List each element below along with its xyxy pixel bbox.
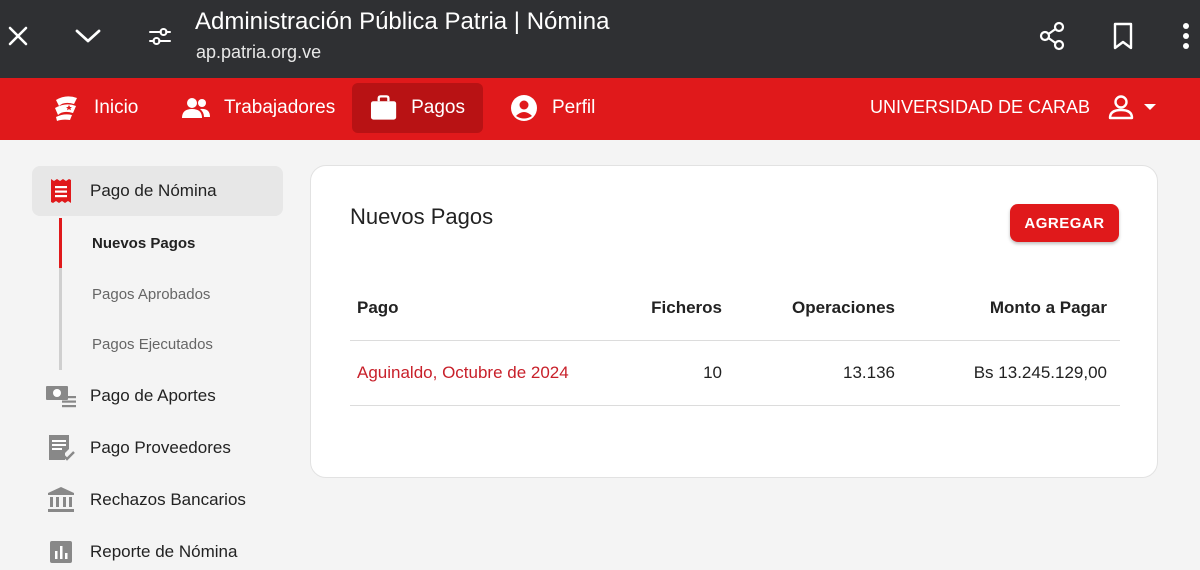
card-title: Nuevos Pagos (350, 204, 494, 229)
table-header-row: Pago Ficheros Operaciones Monto a Pagar (350, 276, 1120, 341)
active-marker (59, 218, 62, 268)
browser-toolbar: Administración Pública Patria | Nómina a… (0, 0, 1200, 78)
nav-label: Inicio (94, 97, 139, 118)
bank-icon (48, 487, 74, 512)
person-icon (1108, 95, 1134, 120)
nav-item-inicio[interactable]: Inicio (34, 83, 156, 133)
money-list-icon (46, 386, 76, 408)
receipt-icon (51, 179, 71, 203)
column-header-ficheros[interactable]: Ficheros (651, 298, 722, 318)
payment-link[interactable]: Aguinaldo, Octubre de 2024 (357, 363, 569, 383)
column-header-operaciones[interactable]: Operaciones (792, 298, 895, 318)
sidebar-item-label: Pago de Aportes (90, 386, 216, 405)
sidebar-item-label: Reporte de Nómina (90, 542, 238, 561)
nav-label: Pagos (411, 97, 465, 118)
payments-card: Nuevos Pagos AGREGAR Pago Ficheros Opera… (310, 165, 1158, 478)
column-header-pago[interactable]: Pago (357, 298, 399, 318)
receipt-check-icon (49, 435, 75, 461)
patria-logo-icon (55, 96, 77, 121)
sidebar-item-pago-aportes[interactable]: Pago de Aportes (32, 371, 283, 421)
nav-label: Perfil (552, 97, 596, 118)
sidebar-item-reporte-nomina[interactable]: Reporte de Nómina (32, 527, 283, 570)
column-header-monto[interactable]: Monto a Pagar (990, 298, 1107, 318)
people-icon (182, 98, 210, 118)
cell-operaciones: 13.136 (843, 363, 895, 382)
sidebar-item-label: Pago Proveedores (90, 438, 231, 457)
chevron-down-icon[interactable] (72, 20, 104, 52)
more-vert-icon[interactable] (1172, 18, 1200, 54)
sidebar-item-label: Rechazos Bancarios (90, 490, 246, 509)
submenu-line (59, 218, 62, 370)
nav-label: Trabajadores (224, 97, 336, 118)
main-nav: Inicio Trabajadores Pagos Perfil UNIVERS… (0, 78, 1200, 140)
nav-item-pagos[interactable]: Pagos (352, 83, 483, 133)
sidebar-item-pago-proveedores[interactable]: Pago Proveedores (32, 423, 283, 473)
site-settings-icon[interactable] (144, 20, 176, 52)
page-title: Administración Pública Patria | Nómina (195, 8, 610, 35)
sidebar-item-label: Pago de Nómina (90, 181, 217, 200)
close-icon[interactable] (2, 20, 34, 52)
sidebar-item-rechazos-bancarios[interactable]: Rechazos Bancarios (32, 475, 283, 525)
sidebar-subitem-pagos-aprobados[interactable]: Pagos Aprobados (92, 286, 210, 303)
sidebar-subitem-nuevos-pagos[interactable]: Nuevos Pagos (92, 235, 195, 252)
cell-ficheros: 10 (703, 363, 722, 382)
add-button[interactable]: AGREGAR (1010, 204, 1119, 242)
nav-item-trabajadores[interactable]: Trabajadores (164, 83, 353, 133)
table-row[interactable]: Aguinaldo, Octubre de 2024 10 13.136 Bs … (350, 341, 1120, 406)
user-menu[interactable] (1108, 94, 1160, 120)
nav-item-perfil[interactable]: Perfil (492, 83, 613, 133)
sidebar: Pago de Nómina Nuevos Pagos Pagos Aproba… (0, 140, 300, 570)
sidebar-subitem-pagos-ejecutados[interactable]: Pagos Ejecutados (92, 336, 213, 353)
organization-name: UNIVERSIDAD DE CARAB (869, 97, 1090, 117)
account-circle-icon (511, 95, 537, 121)
payments-table: Pago Ficheros Operaciones Monto a Pagar … (350, 276, 1120, 406)
page-url[interactable]: ap.patria.org.ve (196, 42, 321, 63)
sidebar-item-pago-nomina[interactable]: Pago de Nómina (32, 166, 283, 216)
share-icon[interactable] (1034, 18, 1070, 54)
bookmark-icon[interactable] (1106, 18, 1140, 54)
caret-down-icon (1144, 104, 1156, 110)
bar-chart-icon (50, 541, 72, 563)
cell-monto: Bs 13.245.129,00 (973, 363, 1107, 382)
briefcase-icon (370, 95, 397, 120)
